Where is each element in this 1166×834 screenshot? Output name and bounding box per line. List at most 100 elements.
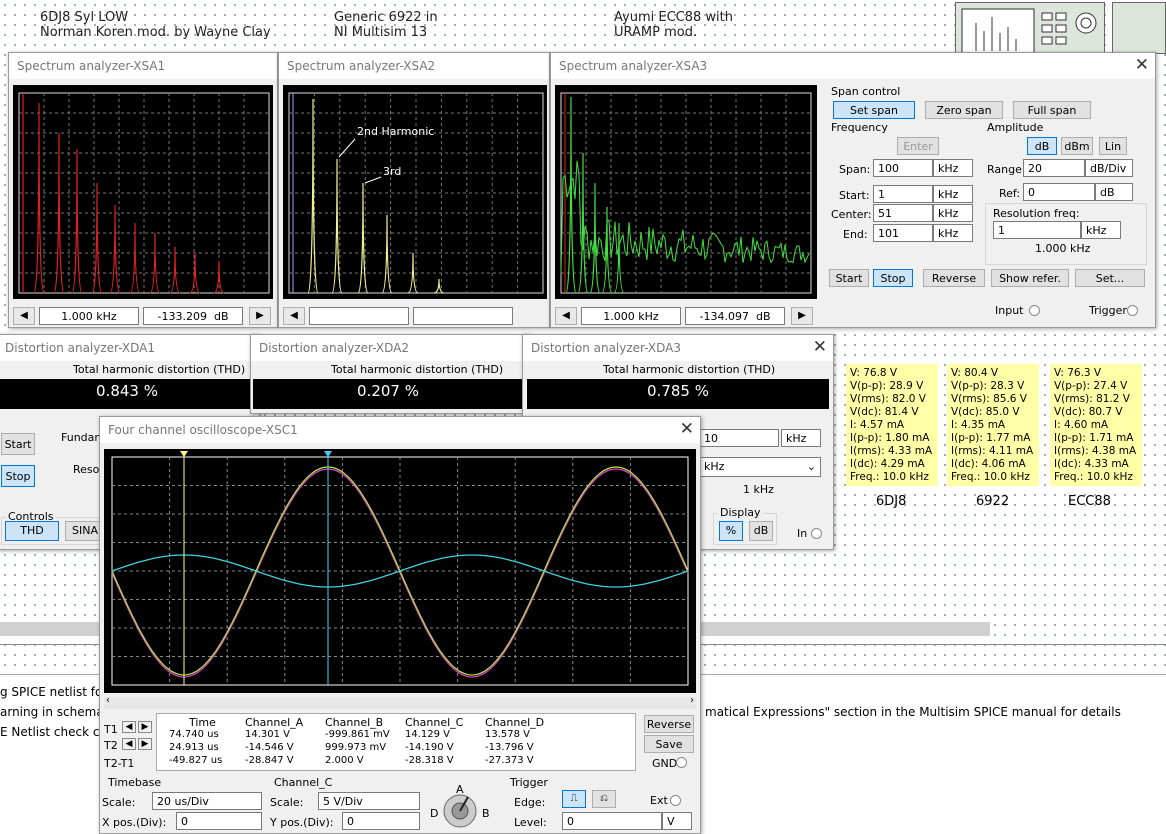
arrow-left-icon[interactable]: ‹ bbox=[106, 695, 110, 706]
arrow-left-icon[interactable]: ◀ bbox=[555, 307, 577, 325]
arrow-left-icon[interactable]: ◀ bbox=[283, 307, 305, 325]
xpos-label: X pos.(Div): bbox=[102, 816, 167, 829]
xpos-field[interactable]: 0 bbox=[176, 812, 262, 830]
t2-right-arrow-icon[interactable]: ▶ bbox=[138, 738, 152, 750]
cursor-cell: 2.000 V bbox=[325, 755, 364, 766]
ch-scale-label: Scale: bbox=[270, 796, 304, 809]
arrow-right-icon[interactable]: ▶ bbox=[791, 307, 813, 325]
reverse-button[interactable]: Reverse bbox=[644, 715, 694, 733]
lin-button[interactable]: Lin bbox=[1099, 137, 1127, 155]
input-radio[interactable] bbox=[1029, 305, 1040, 316]
spectrum-peak bbox=[307, 98, 319, 294]
ref-field[interactable]: 0 bbox=[1023, 183, 1095, 201]
start-button[interactable]: Start bbox=[1, 433, 35, 455]
cursor-cell: -14.190 V bbox=[405, 742, 454, 753]
end-field[interactable]: 101 bbox=[873, 224, 933, 242]
thd-button[interactable]: THD bbox=[5, 521, 59, 541]
t1-right-arrow-icon[interactable]: ▶ bbox=[138, 721, 152, 733]
rising-edge-icon[interactable]: ⎍ bbox=[562, 790, 586, 808]
cursor-t2-marker bbox=[324, 451, 332, 457]
gnd-radio[interactable] bbox=[676, 757, 687, 768]
probe-label: 6922 bbox=[976, 494, 1010, 509]
zero-span-button[interactable]: Zero span bbox=[925, 101, 1003, 119]
resolution-display: 1.000 kHz bbox=[1035, 242, 1091, 255]
db-button[interactable]: dB bbox=[749, 521, 773, 541]
fundamental-freq-field[interactable]: 10 bbox=[699, 429, 779, 447]
ext-label: Ext bbox=[650, 794, 668, 807]
t1-left-arrow-icon[interactable]: ◀ bbox=[122, 721, 136, 733]
thd-value: 0.207 % bbox=[253, 379, 523, 409]
schematic-label-6922: Generic 6922 in NI Multisim 13 bbox=[334, 10, 438, 40]
set-span-button[interactable]: Set span bbox=[833, 101, 915, 119]
window-title: Spectrum analyzer-XSA3 bbox=[551, 53, 1155, 79]
t2-left-arrow-icon[interactable]: ◀ bbox=[122, 738, 136, 750]
cursor-col-header: Channel_D bbox=[485, 716, 545, 729]
span-unit: kHz bbox=[933, 159, 973, 177]
arrow-right-icon[interactable]: ▶ bbox=[249, 307, 271, 325]
input-radio[interactable] bbox=[811, 528, 822, 539]
spectrum-peak bbox=[149, 232, 161, 294]
resolution-select[interactable]: kHz ⌄ bbox=[699, 457, 821, 477]
arrow-left-icon[interactable]: ◀ bbox=[13, 307, 35, 325]
scope-scrollbar[interactable]: ‹ › bbox=[104, 695, 696, 709]
trigger-radio[interactable] bbox=[1127, 305, 1138, 316]
stop-button[interactable]: Stop bbox=[1, 465, 35, 487]
probe-6dj8: V: 76.8 V V(p-p): 28.9 V V(rms): 82.0 V … bbox=[846, 364, 938, 486]
trigger-label: Trigger bbox=[1089, 304, 1127, 317]
spectrum-peak bbox=[433, 278, 445, 294]
full-span-button[interactable]: Full span bbox=[1013, 101, 1091, 119]
cursor-table: Time Channel_A Channel_B Channel_C Channel_D… bbox=[156, 713, 636, 771]
probe-label: 6DJ8 bbox=[876, 494, 907, 509]
spectrum-analyzer-xsa3: Spectrum analyzer-XSA3 ✕ ◀ 1.000 kHz -13… bbox=[550, 52, 1156, 328]
ext-radio[interactable] bbox=[670, 795, 681, 806]
start-field[interactable]: 1 bbox=[873, 185, 933, 203]
thd-value: 0.843 % bbox=[0, 379, 257, 409]
cursor-cell: -28.847 V bbox=[245, 755, 294, 766]
spectrum-peak bbox=[169, 246, 181, 294]
thd-label: Total harmonic distortion (THD) bbox=[331, 363, 504, 376]
close-icon[interactable]: ✕ bbox=[680, 419, 694, 439]
arrow-right-icon[interactable]: › bbox=[690, 695, 694, 706]
channel-selector-knob[interactable]: A B D bbox=[428, 783, 498, 833]
spectrum-peak bbox=[33, 102, 45, 294]
amplitude-group-label: Amplitude bbox=[987, 121, 1044, 134]
channel-scale-field[interactable]: 5 V/Div bbox=[318, 792, 420, 810]
ypos-field[interactable]: 0 bbox=[342, 812, 420, 830]
save-button[interactable]: Save bbox=[644, 735, 694, 753]
spectrum-peak bbox=[71, 148, 83, 294]
cursor-cell: -27.373 V bbox=[485, 755, 534, 766]
set-button[interactable]: Set... bbox=[1075, 269, 1145, 287]
thd-label: Total harmonic distortion (THD) bbox=[73, 363, 246, 376]
spectrum-instrument-icon[interactable] bbox=[955, 2, 1105, 54]
span-field[interactable]: 100 bbox=[873, 159, 933, 177]
enter-button[interactable]: Enter bbox=[897, 137, 939, 155]
level-label: Level: bbox=[514, 816, 547, 829]
close-icon[interactable]: ✕ bbox=[813, 337, 827, 357]
cursor-t1-marker bbox=[180, 451, 188, 457]
timebase-scale-field[interactable]: 20 us/Div bbox=[152, 792, 262, 810]
cursor-freq: 1.000 kHz bbox=[39, 307, 139, 325]
show-refer-button[interactable]: Show refer. bbox=[991, 269, 1069, 287]
db-button[interactable]: dB bbox=[1027, 137, 1057, 155]
range-field[interactable]: 20 bbox=[1023, 159, 1085, 177]
spectrum-instrument-icon-2[interactable] bbox=[1112, 2, 1166, 54]
dbm-button[interactable]: dBm bbox=[1061, 137, 1093, 155]
ref-label: Ref: bbox=[999, 187, 1021, 200]
spectrum-display-xsa2: 2nd Harmonic 3rd bbox=[283, 85, 547, 299]
reverse-button[interactable]: Reverse bbox=[923, 269, 985, 287]
cursor-cell: -13.796 V bbox=[485, 742, 534, 753]
resolution-field[interactable]: 1 bbox=[993, 221, 1081, 239]
stop-button[interactable]: Stop bbox=[873, 269, 913, 287]
falling-edge-icon[interactable]: ⎌ bbox=[592, 790, 616, 808]
level-field[interactable]: 0 bbox=[562, 812, 662, 830]
window-title: Distortion analyzer-XDA3 bbox=[523, 335, 833, 361]
start-button[interactable]: Start bbox=[829, 269, 869, 287]
window-title: Distortion analyzer-XDA2 bbox=[251, 335, 529, 361]
center-field[interactable]: 51 bbox=[873, 204, 933, 222]
cursor-cell: -14.546 V bbox=[245, 742, 294, 753]
probe-label: ECC88 bbox=[1068, 494, 1111, 509]
knob-b-label: B bbox=[482, 807, 490, 820]
center-label: Center: bbox=[831, 208, 872, 221]
percent-button[interactable]: % bbox=[719, 521, 743, 541]
close-icon[interactable]: ✕ bbox=[1135, 55, 1149, 75]
